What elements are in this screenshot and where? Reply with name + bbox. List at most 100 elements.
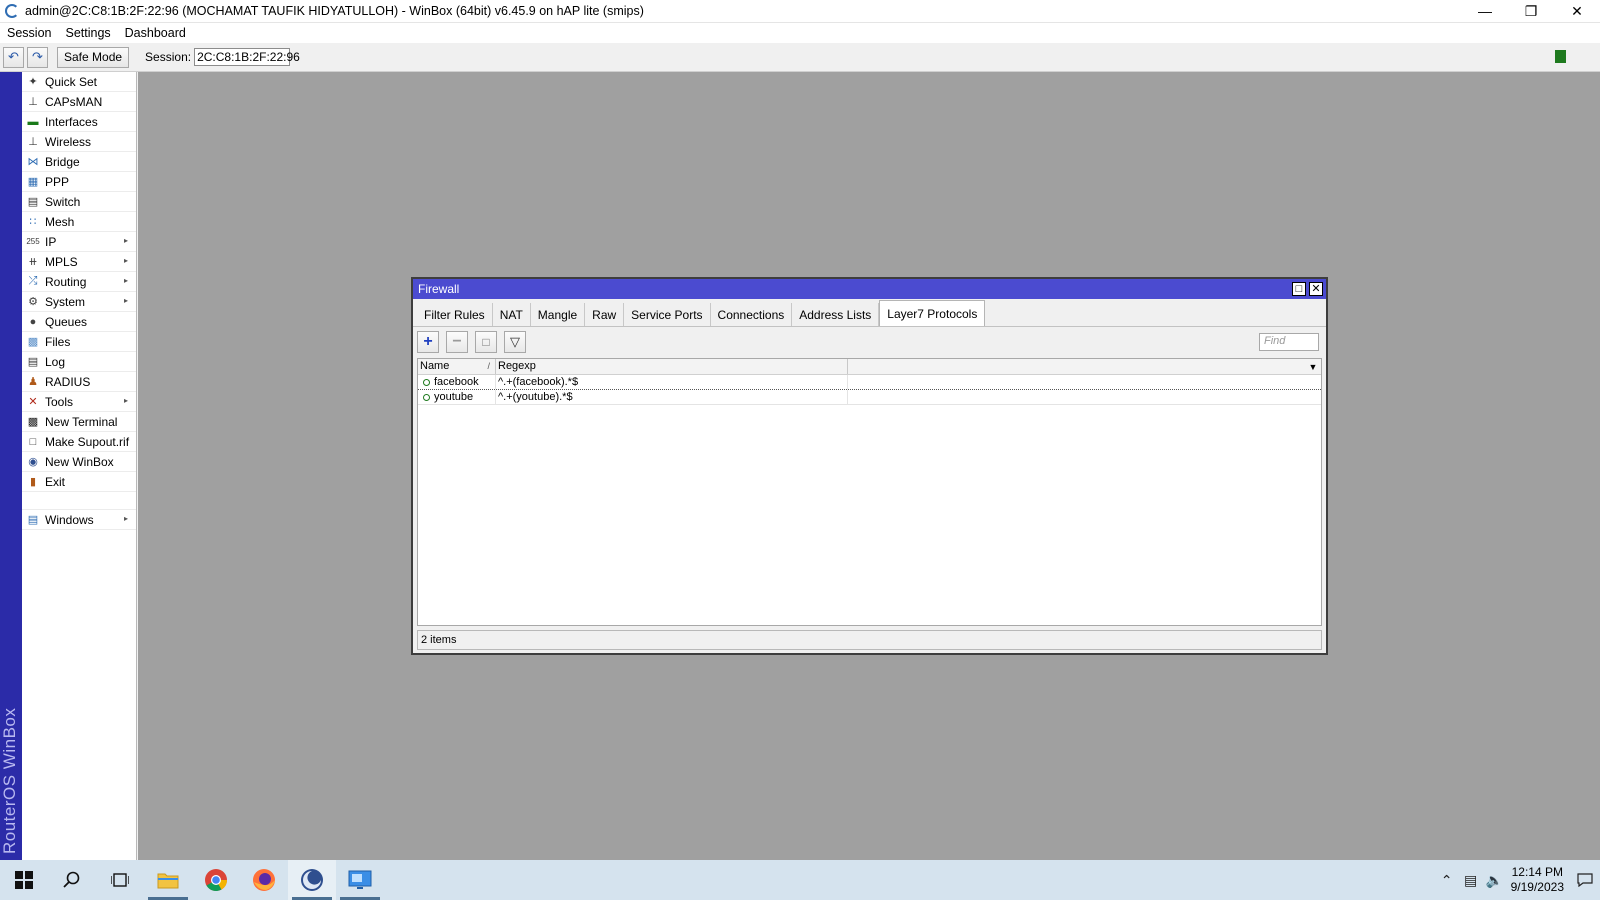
menu-settings[interactable]: Settings — [58, 26, 117, 40]
sidebar-divider — [22, 492, 136, 510]
tab-nat[interactable]: NAT — [493, 303, 531, 326]
tab-filter-rules[interactable]: Filter Rules — [417, 303, 493, 326]
sidebar-item-log[interactable]: ▤ Log — [22, 352, 136, 372]
sidebar-item-label: Quick Set — [45, 74, 98, 89]
sidebar-item-files[interactable]: ▩ Files — [22, 332, 136, 352]
minimize-icon[interactable]: — — [1462, 0, 1508, 23]
chevron-up-icon[interactable]: ⌃ — [1435, 872, 1459, 889]
sidebar-item-interfaces[interactable]: ▬ Interfaces — [22, 112, 136, 132]
chrome-icon[interactable] — [192, 860, 240, 900]
column-name[interactable]: Name / — [418, 359, 496, 374]
winbox-icon[interactable] — [288, 860, 336, 900]
sidebar-item-tools[interactable]: ✕ Tools ▸ — [22, 392, 136, 412]
menu-session[interactable]: Session — [0, 26, 58, 40]
tab-connections[interactable]: Connections — [711, 303, 793, 326]
clock[interactable]: 12:14 PM 9/19/2023 — [1511, 865, 1564, 895]
log-icon: ▤ — [27, 356, 39, 368]
comment-icon[interactable]: □ — [475, 331, 497, 353]
sidebar-item-mesh[interactable]: ∷ Mesh — [22, 212, 136, 232]
sidebar-item-queues[interactable]: ● Queues — [22, 312, 136, 332]
sidebar-item-label: Files — [45, 334, 71, 349]
close-icon[interactable]: ✕ — [1554, 0, 1600, 23]
table-row[interactable]: youtube ^.+(youtube).*$ — [418, 390, 1321, 405]
ppp-icon: ▦ — [27, 176, 39, 188]
file-explorer-icon[interactable] — [144, 860, 192, 900]
sidebar-item-system[interactable]: ⚙ System ▸ — [22, 292, 136, 312]
submenu-arrow-icon: ▸ — [123, 236, 128, 245]
sidebar-item-new-terminal[interactable]: ▩ New Terminal — [22, 412, 136, 432]
sidebar-item-quick-set[interactable]: ✦ Quick Set — [22, 72, 136, 92]
terminal-icon: ▩ — [27, 416, 39, 428]
sidebar-item-label: Mesh — [45, 214, 75, 229]
sidebar-item-capsman[interactable]: ⊥ CAPsMAN — [22, 92, 136, 112]
tab-mangle[interactable]: Mangle — [531, 303, 586, 326]
undo-icon[interactable]: ↶ — [3, 46, 24, 68]
sidebar-item-label: RADIUS — [45, 374, 91, 389]
row-name: youtube — [434, 391, 474, 403]
sidebar-item-label: Wireless — [45, 134, 92, 149]
search-icon[interactable] — [48, 860, 96, 900]
interfaces-icon: ▬ — [27, 115, 39, 128]
find-input[interactable]: Find — [1259, 333, 1319, 351]
firewall-titlebar[interactable]: Firewall □ ✕ — [413, 279, 1326, 299]
firewall-tabs: Filter Rules NAT Mangle Raw Service Port… — [413, 299, 1326, 327]
layer7-table: Name / Regexp ▼ facebook ^.+(facebook).*$… — [417, 358, 1322, 626]
sidebar-item-label: System — [45, 294, 86, 309]
tools-icon: ✕ — [28, 396, 38, 408]
session-field[interactable]: 2C:C8:1B:2F:22:96 — [194, 48, 300, 66]
sidebar-item-exit[interactable]: ▮ Exit — [22, 472, 136, 492]
start-icon[interactable] — [0, 860, 48, 900]
tab-service-ports[interactable]: Service Ports — [624, 303, 711, 326]
switch-icon: ▤ — [27, 196, 39, 208]
clock-date: 9/19/2023 — [1510, 880, 1564, 894]
submenu-arrow-icon: ▸ — [123, 396, 128, 405]
table-row[interactable]: facebook ^.+(facebook).*$ — [418, 375, 1321, 390]
sort-icon: / — [487, 361, 490, 371]
volume-icon[interactable]: 🔈 — [1483, 872, 1507, 889]
ip-icon: 255 — [26, 237, 40, 246]
column-dropdown-icon[interactable]: ▼ — [1305, 359, 1321, 374]
remote-desktop-icon[interactable] — [336, 860, 384, 900]
sidebar-item-make-supout[interactable]: □ Make Supout.rif — [22, 432, 136, 452]
task-view-icon[interactable] — [96, 860, 144, 900]
sidebar-item-ip[interactable]: 255 IP ▸ — [22, 232, 136, 252]
safe-mode-button[interactable]: Safe Mode — [57, 46, 130, 68]
tab-address-lists[interactable]: Address Lists — [792, 303, 880, 326]
notifications-icon[interactable] — [1570, 860, 1600, 900]
exit-icon: ▮ — [29, 476, 37, 488]
sidebar-item-label: Tools — [45, 394, 74, 409]
sidebar-item-mpls[interactable]: ⧺ MPLS ▸ — [22, 252, 136, 272]
submenu-arrow-icon: ▸ — [123, 296, 128, 305]
row-regexp: ^.+(youtube).*$ — [496, 390, 848, 404]
firewall-toolbar: + − □ ▽ Find — [413, 327, 1326, 357]
maximize-icon[interactable]: □ — [1292, 282, 1306, 296]
close-icon[interactable]: ✕ — [1309, 282, 1323, 296]
tab-layer7-protocols[interactable]: Layer7 Protocols — [879, 300, 986, 326]
column-regexp[interactable]: Regexp — [496, 359, 848, 374]
sidebar-item-new-winbox[interactable]: ◉ New WinBox — [22, 452, 136, 472]
remove-icon[interactable]: − — [446, 331, 468, 353]
sidebar-item-label: IP — [45, 234, 57, 249]
brand-strip: RouterOS WinBox — [0, 72, 22, 860]
sidebar-item-wireless[interactable]: ⊥ Wireless — [22, 132, 136, 152]
sidebar-item-switch[interactable]: ▤ Switch — [22, 192, 136, 212]
files-icon: ▩ — [27, 336, 39, 348]
routing-icon: ⤮ — [28, 275, 38, 287]
tab-raw[interactable]: Raw — [585, 303, 625, 326]
sidebar-item-bridge[interactable]: ⋈ Bridge — [22, 152, 136, 172]
add-icon[interactable]: + — [417, 331, 439, 353]
sidebar-item-ppp[interactable]: ▦ PPP — [22, 172, 136, 192]
enabled-icon — [423, 394, 430, 401]
system-icon: ⚙ — [28, 296, 38, 308]
sidebar-item-routing[interactable]: ⤮ Routing ▸ — [22, 272, 136, 292]
redo-icon[interactable]: ↷ — [27, 46, 48, 68]
firewall-window: Firewall □ ✕ Filter Rules NAT Mangle Raw… — [411, 277, 1328, 655]
firefox-icon[interactable] — [240, 860, 288, 900]
sidebar-item-windows[interactable]: ▤ Windows ▸ — [22, 510, 136, 530]
filter-icon[interactable]: ▽ — [504, 331, 526, 353]
restore-icon[interactable]: ❐ — [1508, 0, 1554, 23]
network-icon[interactable]: ▤ — [1459, 872, 1483, 889]
sidebar-item-radius[interactable]: ♟ RADIUS — [22, 372, 136, 392]
sidebar-item-label: Routing — [45, 274, 87, 289]
menu-dashboard[interactable]: Dashboard — [118, 26, 193, 40]
